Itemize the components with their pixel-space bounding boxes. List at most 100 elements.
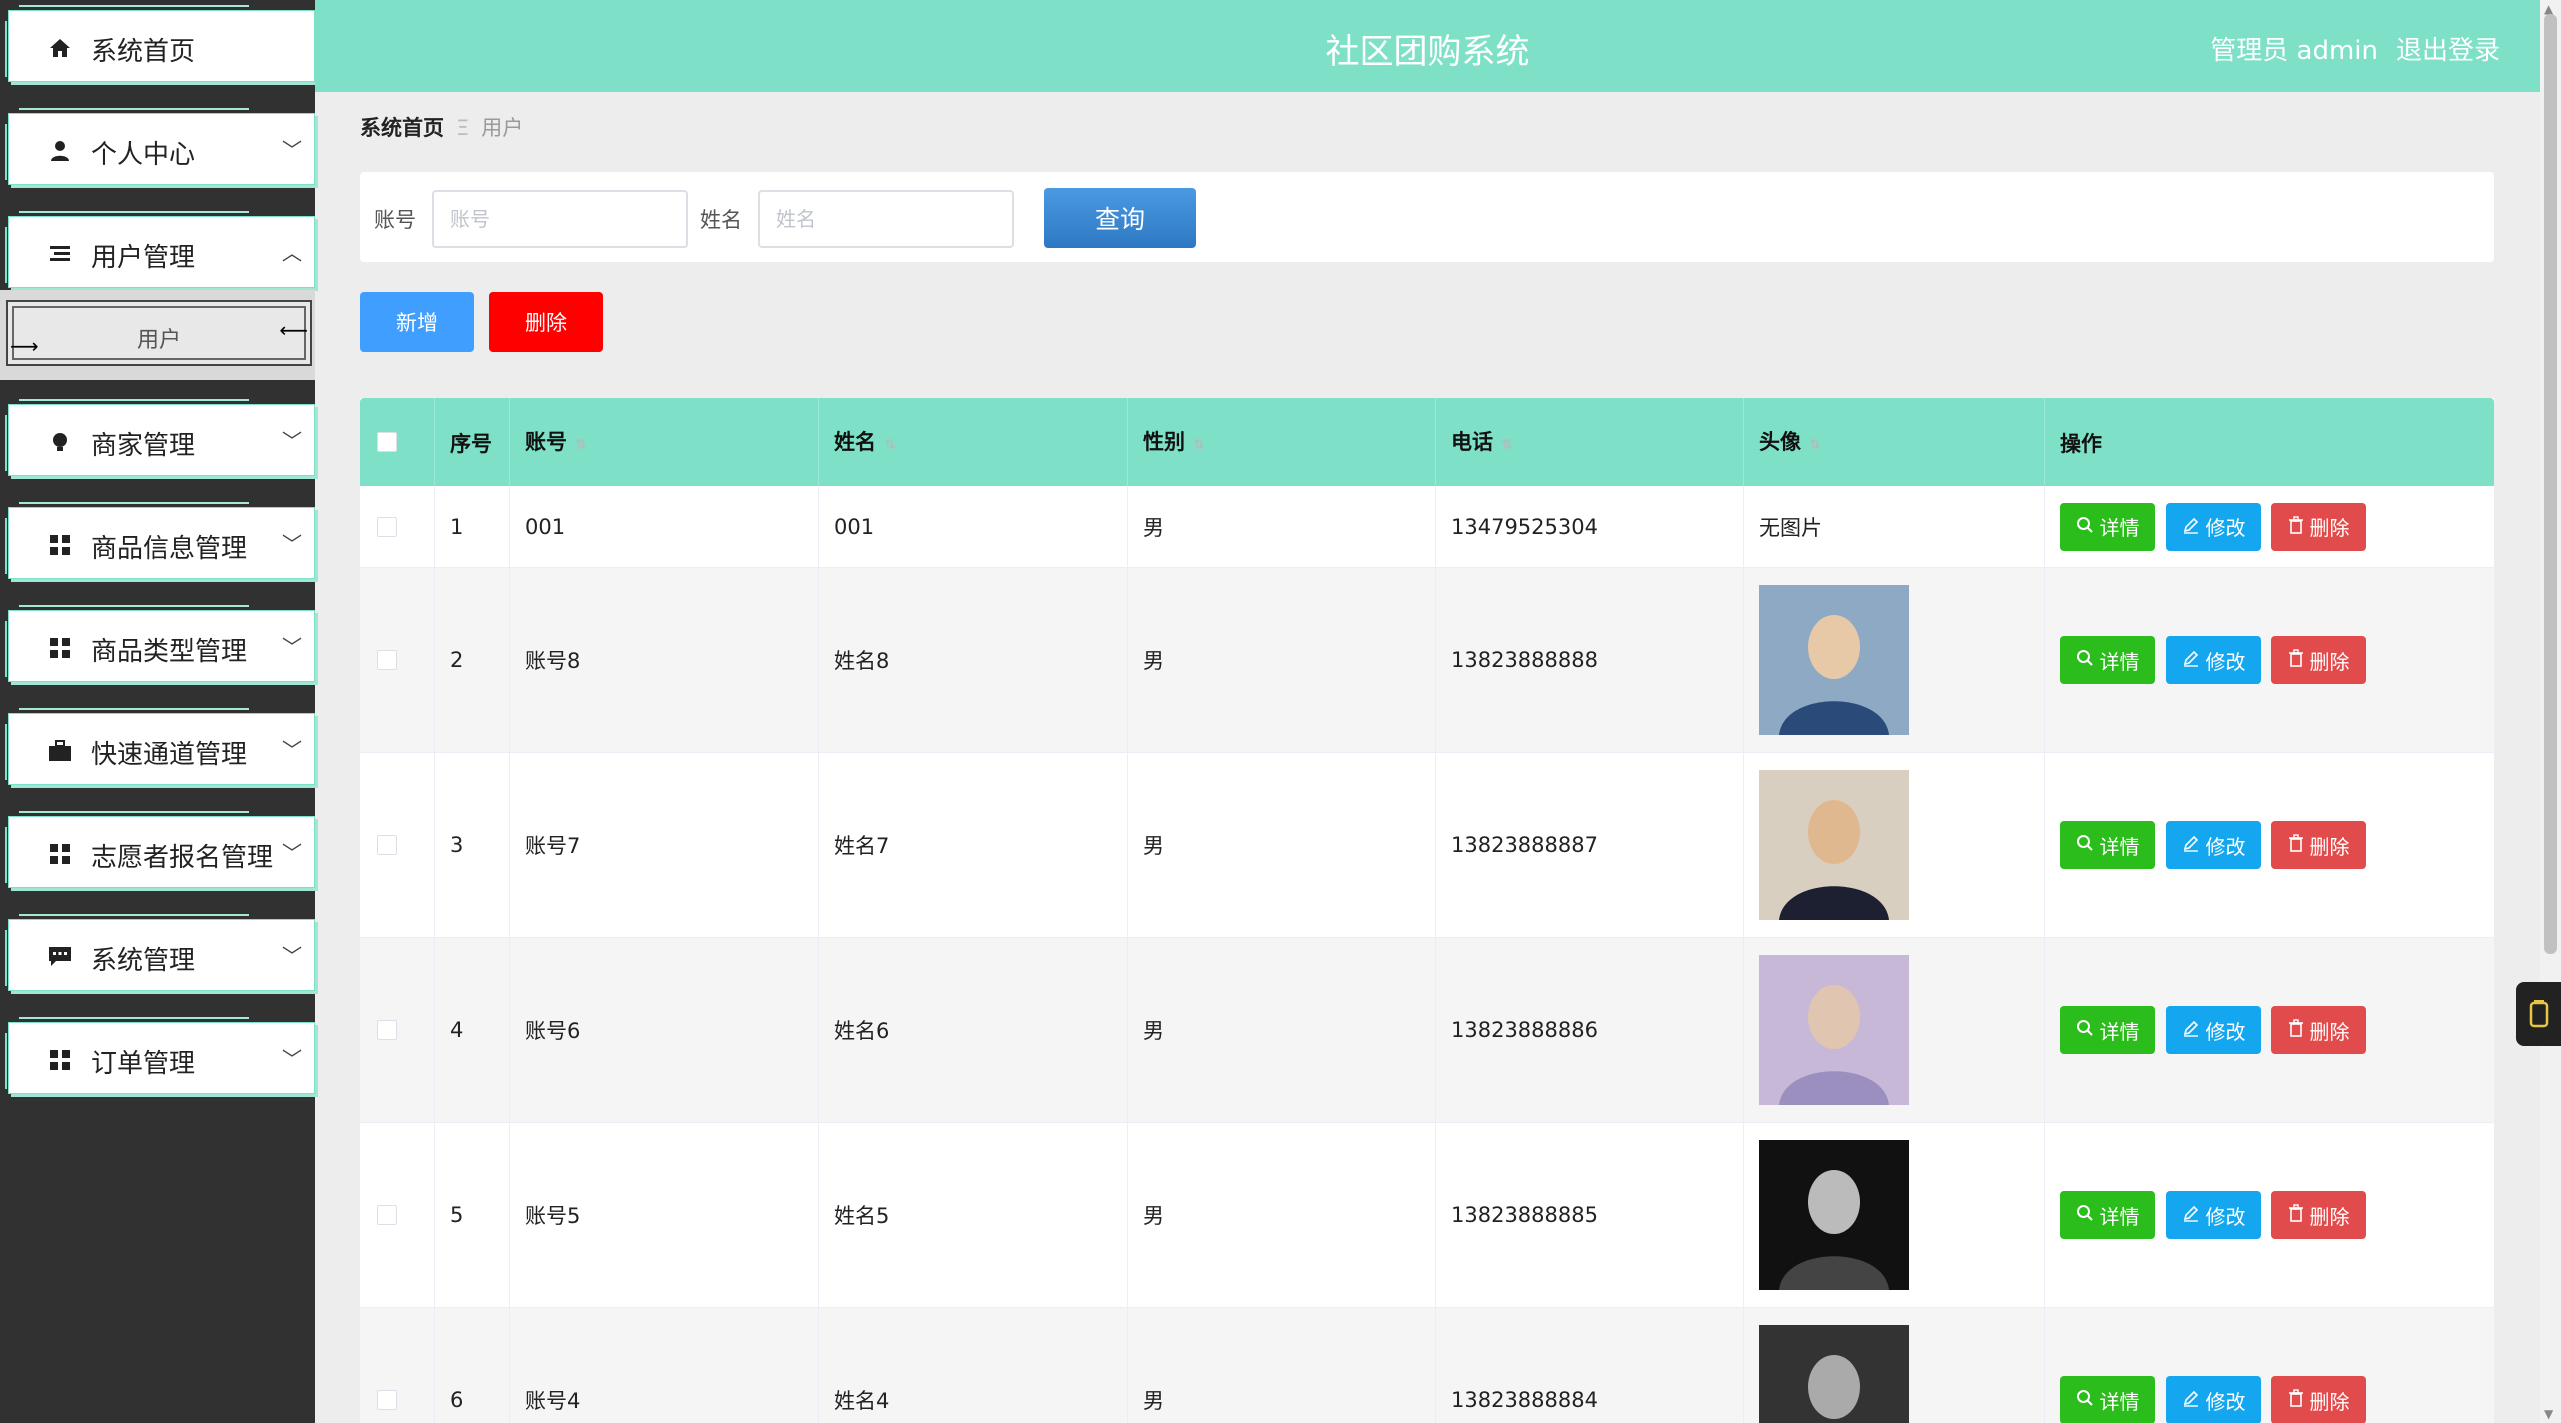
delete-button[interactable]: 删除: [2271, 502, 2366, 551]
row-checkbox[interactable]: [377, 650, 397, 670]
sidebar-item-express-channel[interactable]: 快速通道管理 ﹀: [5, 708, 315, 785]
sort-icon[interactable]: ⇅: [1501, 437, 1513, 453]
sidebar-item-home[interactable]: 系统首页: [5, 5, 315, 82]
sort-icon[interactable]: ⇅: [1193, 437, 1205, 453]
add-button[interactable]: 新增: [360, 292, 474, 352]
cell-name-text: 姓名6: [834, 1019, 890, 1043]
breadcrumb-home[interactable]: 系统首页: [360, 116, 444, 140]
avatar-image: [1759, 1140, 1909, 1290]
chevron-down-icon: ﹀: [282, 738, 302, 762]
delete-button[interactable]: 删除: [2271, 1376, 2366, 1423]
detail-button-label: 详情: [2099, 1204, 2140, 1229]
row-checkbox[interactable]: [377, 1205, 397, 1225]
decoration: [19, 708, 249, 712]
row-checkbox[interactable]: [377, 1020, 397, 1040]
scroll-thumb[interactable]: [2544, 14, 2557, 954]
detail-button[interactable]: 详情: [2060, 821, 2155, 869]
edit-button[interactable]: 修改: [2166, 1191, 2261, 1239]
trash-icon: [2288, 1018, 2304, 1042]
detail-button[interactable]: 详情: [2060, 1006, 2155, 1054]
sort-icon[interactable]: ⇅: [1809, 437, 1821, 453]
header-account[interactable]: 账号 ⇅: [510, 398, 819, 486]
cell-index: 3: [435, 753, 510, 937]
sidebar-item-label: 系统首页: [91, 37, 196, 67]
cell-account: 账号8: [510, 568, 819, 752]
delete-button-label: 删除: [2309, 1204, 2350, 1229]
logout-link[interactable]: 退出登录: [2396, 36, 2500, 66]
decoration: [19, 399, 249, 403]
sidebar-item-user-management[interactable]: 用户管理 ︿: [5, 211, 315, 288]
cell-phone-text: 13479525304: [1451, 514, 1598, 539]
decoration: [5, 21, 15, 77]
detail-button[interactable]: 详情: [2060, 1376, 2155, 1423]
edit-icon: [2182, 1203, 2200, 1227]
side-widget-tab[interactable]: [2516, 982, 2561, 1046]
sidebar-item-label: 志愿者报名管理: [91, 843, 274, 873]
sidebar-item-product-info[interactable]: 商品信息管理 ﹀: [5, 502, 315, 579]
cell-index: 5: [435, 1123, 510, 1307]
sidebar-item-order[interactable]: 订单管理 ﹀: [5, 1017, 315, 1094]
scroll-down-icon[interactable]: ▼: [2544, 1407, 2553, 1421]
cell-gender-text: 男: [1143, 515, 1164, 540]
delete-button[interactable]: 删除: [2271, 636, 2366, 684]
detail-button[interactable]: 详情: [2060, 1191, 2155, 1239]
select-all-checkbox[interactable]: [377, 432, 397, 452]
sort-icon[interactable]: ⇅: [575, 437, 587, 453]
delete-button-label: 删除: [2309, 834, 2350, 859]
detail-button[interactable]: 详情: [2060, 636, 2155, 684]
cell-phone: 13479525304: [1436, 486, 1744, 567]
delete-button[interactable]: 删除: [2271, 1191, 2366, 1239]
sidebar-item-product-type[interactable]: 商品类型管理 ﹀: [5, 605, 315, 682]
sidebar-item-system[interactable]: 系统管理 ﹀: [5, 914, 315, 991]
avatar-image: [1759, 770, 1909, 920]
header-select-all: [360, 398, 435, 486]
decoration: [5, 415, 15, 471]
edit-button[interactable]: 修改: [2166, 821, 2261, 869]
sidebar-item-merchant-management[interactable]: 商家管理 ﹀: [5, 399, 315, 476]
avatar-no-image-text: 无图片: [1759, 515, 1822, 540]
header-name[interactable]: 姓名 ⇅: [819, 398, 1128, 486]
header-phone[interactable]: 电话 ⇅: [1436, 398, 1744, 486]
submenu-item-label: 用户: [136, 328, 181, 353]
cell-phone: 13823888888: [1436, 568, 1744, 752]
delete-button[interactable]: 删除: [2271, 821, 2366, 869]
submenu-item-user[interactable]: 用户 ⟶ ⟵: [6, 300, 312, 366]
cell-account-text: 001: [525, 514, 566, 539]
header-name-label: 姓名: [834, 430, 876, 454]
row-checkbox[interactable]: [377, 516, 397, 537]
cell-avatar: [1744, 568, 2045, 752]
batch-delete-button[interactable]: 删除: [489, 292, 603, 352]
header-gender[interactable]: 性别 ⇅: [1128, 398, 1436, 486]
edit-button[interactable]: 修改: [2166, 1006, 2261, 1054]
row-checkbox[interactable]: [377, 835, 397, 855]
name-input[interactable]: [758, 190, 1014, 248]
sidebar-item-personal-center[interactable]: 个人中心 ﹀: [5, 108, 315, 185]
account-input[interactable]: [432, 190, 688, 248]
chevron-up-icon: ︿: [282, 241, 302, 265]
page-scrollbar[interactable]: ▲ ▼: [2540, 0, 2561, 1423]
table-row: 3 账号7 姓名7 男 13823888887 详情 修改 删除: [360, 753, 2494, 938]
sort-icon[interactable]: ⇅: [884, 437, 896, 453]
edit-button[interactable]: 修改: [2166, 502, 2261, 551]
sidebar-item-label: 个人中心: [91, 140, 196, 170]
cell-avatar: [1744, 938, 2045, 1122]
cell-phone: 13823888884: [1436, 1308, 1744, 1423]
edit-icon: [2182, 833, 2200, 857]
edit-button[interactable]: 修改: [2166, 636, 2261, 684]
delete-button[interactable]: 删除: [2271, 1006, 2366, 1054]
cell-gender-text: 男: [1143, 1389, 1164, 1413]
cell-select: [360, 568, 435, 752]
edit-icon: [2182, 648, 2200, 672]
edit-icon: [2182, 1018, 2200, 1042]
avatar-image: [1759, 1325, 1909, 1423]
cell-gender: 男: [1128, 1308, 1436, 1423]
sidebar-item-volunteer[interactable]: 志愿者报名管理 ﹀: [5, 811, 315, 888]
row-checkbox[interactable]: [377, 1390, 397, 1410]
edit-button[interactable]: 修改: [2166, 1376, 2261, 1423]
header-avatar[interactable]: 头像 ⇅: [1744, 398, 2045, 486]
cell-account-text: 账号4: [525, 1389, 581, 1413]
detail-button[interactable]: 详情: [2060, 502, 2155, 551]
cell-account: 账号6: [510, 938, 819, 1122]
query-button[interactable]: 查询: [1044, 188, 1196, 248]
cell-account-text: 账号6: [525, 1019, 581, 1043]
